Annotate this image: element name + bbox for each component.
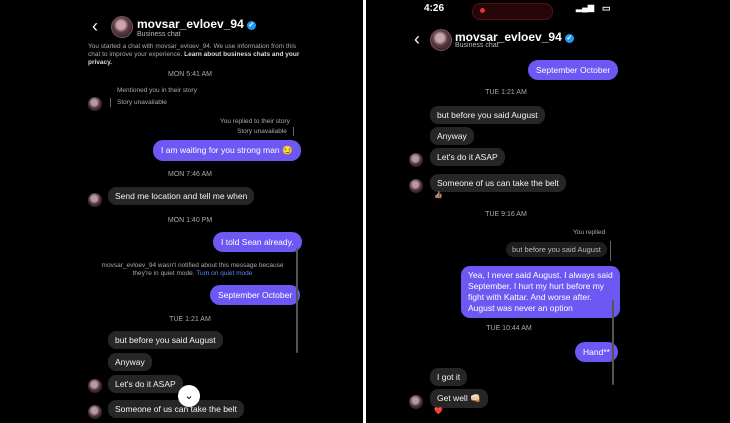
verified-badge-icon: ✓	[564, 34, 574, 43]
status-time: 4:26	[424, 3, 445, 14]
back-arrow-icon[interactable]: ‹	[414, 30, 420, 48]
reaction[interactable]: 👍🏽	[434, 191, 443, 199]
right-chat-screenshot: 4:26 ▂▄▆ ▭ ‹ movsar_evloev_94 ✓ Business …	[366, 0, 730, 423]
sender-avatar	[88, 97, 102, 111]
recording-dot-icon	[480, 8, 485, 13]
sender-avatar	[409, 179, 423, 193]
message-line: August was never an option	[468, 303, 573, 313]
message-incoming[interactable]: Someone of us can take the belt	[430, 174, 566, 192]
story-unavailable: Story unavailable	[117, 99, 167, 106]
timestamp: MON 7:46 AM	[168, 171, 212, 178]
signal-icon: ▂▄▆	[576, 3, 594, 12]
scrollbar[interactable]	[296, 248, 298, 353]
story-mention-label: Mentioned you in their story	[117, 87, 197, 94]
replied-story-label: You replied to their story	[220, 118, 290, 125]
quote-bar	[610, 241, 611, 261]
quote-bar	[293, 127, 294, 136]
avatar[interactable]	[111, 16, 133, 38]
message-outgoing-long[interactable]: Yea, I never said August. I always said …	[461, 266, 620, 318]
message-incoming[interactable]: but before you said August	[430, 106, 545, 124]
message-outgoing[interactable]: I told Sean already.	[213, 232, 302, 252]
scroll-down-icon[interactable]: ⌄	[178, 385, 200, 407]
battery-icon: ▭	[602, 3, 611, 13]
sender-avatar	[409, 153, 423, 167]
timestamp: MON 5:41 AM	[168, 71, 212, 78]
business-chat-notice: You started a chat with movsar_evloev_94…	[88, 43, 308, 67]
message-incoming[interactable]: Anyway	[430, 127, 474, 145]
message-incoming[interactable]: Anyway	[108, 353, 152, 371]
sender-avatar	[88, 193, 102, 207]
message-line: September. I hurt my hurt before my	[468, 281, 605, 291]
quiet-mode-link[interactable]: Turn on quiet mode	[196, 270, 252, 277]
quiet-mode-notice: movsar_evloev_94 wasn't notified about t…	[100, 262, 285, 278]
timestamp: TUE 9:16 AM	[485, 211, 527, 218]
verified-badge-icon: ✓	[246, 21, 256, 30]
left-chat-screenshot: ‹ movsar_evloev_94 ✓ Business chat You st…	[0, 0, 363, 423]
quoted-message[interactable]: but before you said August	[506, 242, 607, 257]
message-outgoing[interactable]: September October	[210, 285, 301, 305]
message-outgoing[interactable]: I am waiting for you strong man 😏	[153, 140, 301, 161]
message-incoming[interactable]: but before you said August	[108, 331, 223, 349]
message-outgoing[interactable]: September October	[528, 60, 619, 80]
quiet-mode-text: movsar_evloev_94 wasn't notified about t…	[101, 262, 284, 277]
back-arrow-icon[interactable]: ‹	[92, 17, 98, 35]
timestamp: TUE 1:21 AM	[485, 89, 527, 96]
message-line: Yea, I never said August. I always said	[468, 270, 613, 280]
username: movsar_evloev_94	[137, 17, 244, 31]
message-incoming[interactable]: Someone of us can take the belt	[108, 400, 244, 418]
message-incoming[interactable]: Get well 👊🏻	[430, 389, 488, 408]
sender-avatar	[409, 395, 423, 409]
chat-title[interactable]: movsar_evloev_94 ✓	[137, 17, 256, 31]
timestamp: TUE 10:44 AM	[486, 325, 532, 332]
message-incoming[interactable]: I got it	[430, 368, 468, 386]
quote-bar	[110, 98, 111, 107]
message-incoming[interactable]: Let's do it ASAP	[108, 375, 183, 393]
chat-subtitle: Business chat	[455, 42, 499, 49]
message-incoming[interactable]: Send me location and tell me when	[108, 187, 255, 205]
chat-subtitle: Business chat	[137, 31, 181, 38]
message-incoming[interactable]: Let's do it ASAP	[430, 148, 505, 166]
sender-avatar	[88, 379, 102, 393]
story-unavailable: Story unavailable	[237, 128, 287, 135]
scrollbar[interactable]	[612, 300, 614, 385]
you-replied-label: You replied	[573, 229, 606, 236]
avatar[interactable]	[430, 29, 452, 51]
sender-avatar	[88, 405, 102, 419]
message-line: fight with Kattar. And worse after.	[468, 292, 592, 302]
timestamp: MON 1:40 PM	[167, 217, 213, 224]
reaction[interactable]: ❤️	[434, 407, 443, 415]
timestamp: TUE 1:21 AM	[169, 316, 211, 323]
